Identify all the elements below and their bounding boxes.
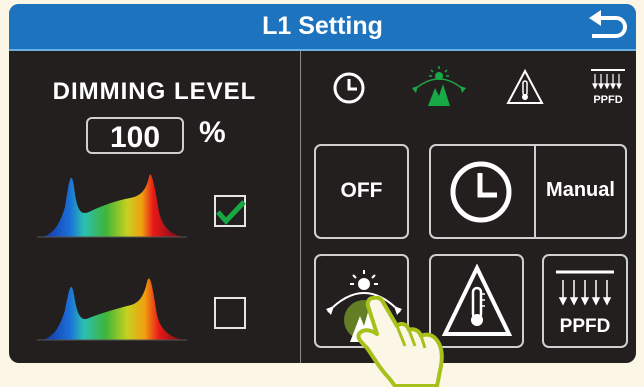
ppfd-button[interactable]: PPFD bbox=[542, 254, 628, 348]
spectrum-graph-1 bbox=[37, 174, 187, 238]
ppfd-mode-icon[interactable]: PPFD bbox=[587, 67, 629, 109]
panel-divider bbox=[300, 51, 301, 363]
spectrum-graph-2 bbox=[37, 278, 187, 341]
manual-button-label: Manual bbox=[546, 179, 615, 201]
dimming-level-value[interactable]: 100 bbox=[86, 117, 184, 154]
timer-manual-button[interactable]: Manual bbox=[429, 144, 627, 239]
temperature-warning-icon bbox=[441, 264, 513, 336]
title-bar: L1 Setting bbox=[9, 4, 636, 51]
ppfd-light-icon bbox=[556, 270, 614, 306]
spectrum-2-checkbox[interactable] bbox=[214, 297, 246, 329]
dimming-unit: % bbox=[199, 116, 226, 149]
temperature-warning-icon[interactable] bbox=[506, 69, 544, 105]
pointing-hand-icon bbox=[356, 296, 444, 387]
setting-screen: L1 Setting DIMMING LEVEL 100 % PPFD OFF … bbox=[9, 4, 636, 363]
check-icon bbox=[216, 200, 246, 225]
page-title: L1 Setting bbox=[262, 12, 383, 40]
ppfd-button-label: PPFD bbox=[559, 316, 611, 337]
dimming-level-label: DIMMING LEVEL bbox=[52, 78, 257, 105]
spectrum-1-checkbox[interactable] bbox=[214, 195, 246, 227]
ppfd-icon-label: PPFD bbox=[593, 94, 622, 106]
clock-icon bbox=[450, 161, 512, 223]
off-button-label: OFF bbox=[340, 179, 383, 202]
clock-icon[interactable] bbox=[331, 70, 367, 106]
off-button[interactable]: OFF bbox=[314, 144, 409, 239]
sunrise-sunset-icon[interactable] bbox=[408, 64, 470, 108]
back-arrow-icon[interactable] bbox=[586, 10, 630, 44]
